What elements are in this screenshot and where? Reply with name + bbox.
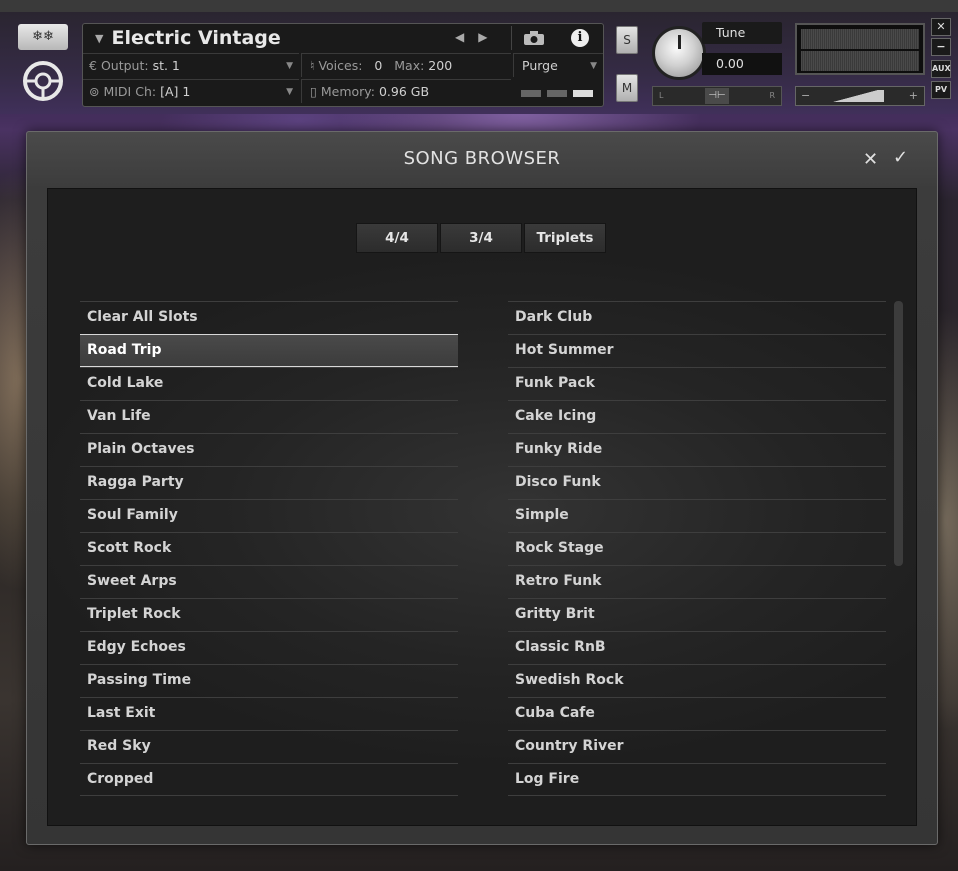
next-arrow-icon[interactable]: ▶	[478, 30, 501, 44]
window-title-strip	[0, 0, 958, 12]
volume-slider[interactable]: − +	[795, 86, 925, 106]
pv-button[interactable]: PV	[931, 81, 951, 99]
song-item-selected[interactable]: Road Trip	[80, 334, 458, 367]
memory-icon: ▯	[310, 84, 321, 99]
song-item[interactable]: Red Sky	[80, 730, 458, 763]
tune-label: Tune	[702, 22, 782, 44]
song-item[interactable]: Cuba Cafe	[508, 697, 886, 730]
dropdown-arrow-icon: ▼	[286, 87, 293, 97]
instrument-dropdown-icon[interactable]: ▼	[95, 32, 103, 45]
kontakt-logo-icon[interactable]	[22, 60, 64, 102]
scrollbar[interactable]	[894, 301, 903, 566]
song-item[interactable]: Sweet Arps	[80, 565, 458, 598]
minus-icon: −	[801, 89, 811, 102]
instrument-name-label: Electric Vintage	[111, 27, 281, 49]
info-icon[interactable]: i	[558, 26, 602, 50]
level-meter-left	[801, 29, 919, 49]
plus-icon: +	[908, 89, 918, 102]
song-item[interactable]: Triplet Rock	[80, 598, 458, 631]
mute-button[interactable]: M	[616, 74, 638, 102]
level-meter-right	[801, 51, 919, 71]
minimize-icon[interactable]: −	[931, 38, 951, 56]
song-item[interactable]: Swedish Rock	[508, 664, 886, 697]
pan-handle[interactable]: ⊣⊢	[705, 88, 729, 104]
song-browser-dialog: SONG BROWSER ✕ ✓ 4/4 3/4 Triplets Clear …	[26, 131, 938, 845]
song-item[interactable]: Gritty Brit	[508, 598, 886, 631]
song-item[interactable]: Log Fire	[508, 763, 886, 796]
level-meter	[795, 23, 925, 75]
song-item[interactable]: Dark Club	[508, 301, 886, 334]
dialog-title: SONG BROWSER	[403, 148, 561, 169]
song-item[interactable]: Hot Summer	[508, 334, 886, 367]
output-icon: €	[89, 58, 101, 73]
song-item[interactable]: Passing Time	[80, 664, 458, 697]
pan-slider[interactable]: L ⊣⊢ R	[652, 86, 782, 106]
tab-triplets[interactable]: Triplets	[524, 223, 606, 253]
song-list-right: Dark Club Hot Summer Funk Pack Cake Icin…	[508, 301, 886, 796]
song-item[interactable]: Funk Pack	[508, 367, 886, 400]
prev-arrow-icon[interactable]: ◀	[455, 30, 478, 44]
confirm-check-icon[interactable]: ✓	[893, 147, 908, 168]
tune-knob[interactable]	[652, 26, 706, 80]
song-item[interactable]: Simple	[508, 499, 886, 532]
song-item[interactable]: Country River	[508, 730, 886, 763]
max-voices-value[interactable]: 200	[428, 58, 452, 73]
instrument-nav-arrows[interactable]: ◀▶	[455, 30, 501, 44]
tab-3-4[interactable]: 3/4	[440, 223, 522, 253]
voices-display: ♮ Voices: 0 Max: 200	[301, 53, 511, 77]
song-item[interactable]: Cold Lake	[80, 367, 458, 400]
solo-button[interactable]: S	[616, 26, 638, 54]
song-item[interactable]: Scott Rock	[80, 532, 458, 565]
purge-menu[interactable]: Purge ▼	[513, 53, 603, 77]
browser-content: 4/4 3/4 Triplets Clear All Slots Road Tr…	[47, 188, 917, 826]
instrument-info-panel: ▼ Electric Vintage ◀▶ i € Output: st. 1 ▼…	[82, 23, 604, 107]
midi-channel-selector[interactable]: ⊚ MIDI Ch: [A] 1 ▼	[83, 79, 299, 103]
song-item[interactable]: Classic RnB	[508, 631, 886, 664]
time-signature-tabs: 4/4 3/4 Triplets	[356, 223, 606, 253]
song-item[interactable]: Last Exit	[80, 697, 458, 730]
tab-4-4[interactable]: 4/4	[356, 223, 438, 253]
song-item[interactable]: Soul Family	[80, 499, 458, 532]
song-item[interactable]: Clear All Slots	[80, 301, 458, 334]
snowflake-icon[interactable]: ❄❄	[18, 24, 68, 50]
aux-button[interactable]: AUX	[931, 60, 951, 78]
close-instrument-icon[interactable]: ✕	[931, 18, 951, 36]
volume-ramp	[814, 90, 884, 102]
tune-value[interactable]: 0.00	[702, 53, 782, 75]
dropdown-arrow-icon: ▼	[590, 61, 597, 71]
memory-display: ▯ Memory: 0.96 GB	[301, 79, 511, 103]
song-item[interactable]: Rock Stage	[508, 532, 886, 565]
song-list-left: Clear All Slots Road Trip Cold Lake Van …	[80, 301, 458, 796]
song-item[interactable]: Retro Funk	[508, 565, 886, 598]
song-item[interactable]: Funky Ride	[508, 433, 886, 466]
song-item[interactable]: Cake Icing	[508, 400, 886, 433]
song-item[interactable]: Edgy Echoes	[80, 631, 458, 664]
camera-icon[interactable]	[511, 26, 555, 50]
song-item[interactable]: Ragga Party	[80, 466, 458, 499]
midi-icon: ⊚	[89, 84, 104, 99]
close-icon[interactable]: ✕	[863, 149, 878, 170]
song-item[interactable]: Plain Octaves	[80, 433, 458, 466]
output-selector[interactable]: € Output: st. 1 ▼	[83, 53, 299, 77]
song-item[interactable]: Disco Funk	[508, 466, 886, 499]
dropdown-arrow-icon: ▼	[286, 61, 293, 71]
instrument-name[interactable]: ▼ Electric Vintage	[87, 27, 507, 51]
song-item[interactable]: Van Life	[80, 400, 458, 433]
purge-indicator	[521, 86, 601, 100]
instrument-header: ❄❄ ▼ Electric Vintage ◀▶ i € Output: st. …	[0, 12, 958, 114]
song-item[interactable]: Cropped	[80, 763, 458, 796]
